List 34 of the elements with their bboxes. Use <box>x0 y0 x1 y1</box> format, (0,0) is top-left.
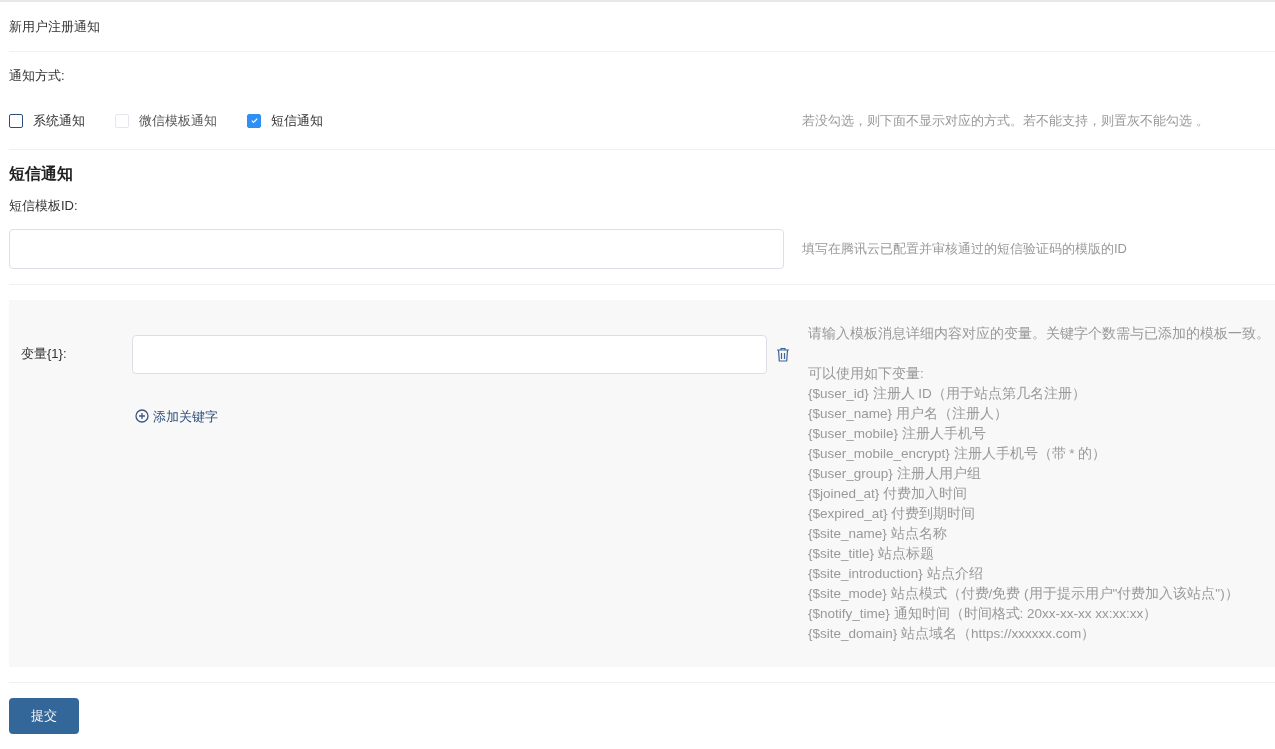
variable-description: {$user_mobile_encrypt} 注册人手机号（带 * 的） <box>808 444 1108 463</box>
variable-description: {$user_group} 注册人用户组 <box>808 464 982 483</box>
template-id-field[interactable] <box>9 228 784 269</box>
hint-text: 若没勾选，则下面不显示对应的方式。若不能支持，则置灰不能勾选 。 <box>802 111 1209 130</box>
field-label: 短信模板ID: <box>9 197 79 215</box>
variable-description: {$site_mode} 站点模式（付费/免费 (用于提示用户"付费加入该站点")） <box>808 584 1240 603</box>
variable-description: {$site_title} 站点标题 <box>808 544 935 563</box>
variable-description: {$site_domain} 站点域名（https://xxxxxx.com） <box>808 624 1097 643</box>
variable-description: {$site_name} 站点名称 <box>808 524 948 543</box>
checkbox[interactable] <box>9 113 23 128</box>
variable-description: {$notify_time} 通知时间（时间格式: 20xx-xx-xx xx:xx:xx） <box>808 604 1159 623</box>
field-label: 通知方式: <box>9 67 65 86</box>
checkbox[interactable] <box>247 113 261 128</box>
variable-description: {$joined_at} 付费加入时间 <box>808 484 969 503</box>
add-keyword-button[interactable]: 添加关键字 <box>135 406 218 426</box>
variable-label: 变量{1}: <box>20 345 68 364</box>
variable-field[interactable] <box>132 334 767 374</box>
submit-button[interactable]: 提交 <box>9 697 79 734</box>
variable-description: {$user_mobile} 注册人手机号 <box>808 424 987 443</box>
checkmark-icon <box>249 116 259 125</box>
checkbox-label: 微信模板通知 <box>139 111 217 130</box>
checkbox-label: 系统通知 <box>33 111 85 130</box>
section-title: 新用户注册通知 <box>9 17 100 36</box>
plus-circle-icon <box>135 409 149 424</box>
variable-description: {$user_id} 注册人 ID（用于站点第几名注册） <box>808 384 1087 403</box>
variable-description: {$site_introduction} 站点介绍 <box>808 564 984 583</box>
hint-text: 填写在腾讯云已配置并审核通过的短信验证码的模版的ID <box>802 239 1127 258</box>
hint-text: 请输入模板消息详细内容对应的变量。关键字个数需与已添加的模板一致。 <box>808 324 1270 343</box>
trash-icon[interactable] <box>776 346 790 362</box>
hint-text: 可以使用如下变量: <box>808 364 925 383</box>
variable-description: {$user_name} 用户名（注册人） <box>808 404 1009 423</box>
checkbox-label: 短信通知 <box>271 111 323 130</box>
variable-description: {$expired_at} 付费到期时间 <box>808 504 977 523</box>
section-heading: 短信通知 <box>9 164 74 184</box>
